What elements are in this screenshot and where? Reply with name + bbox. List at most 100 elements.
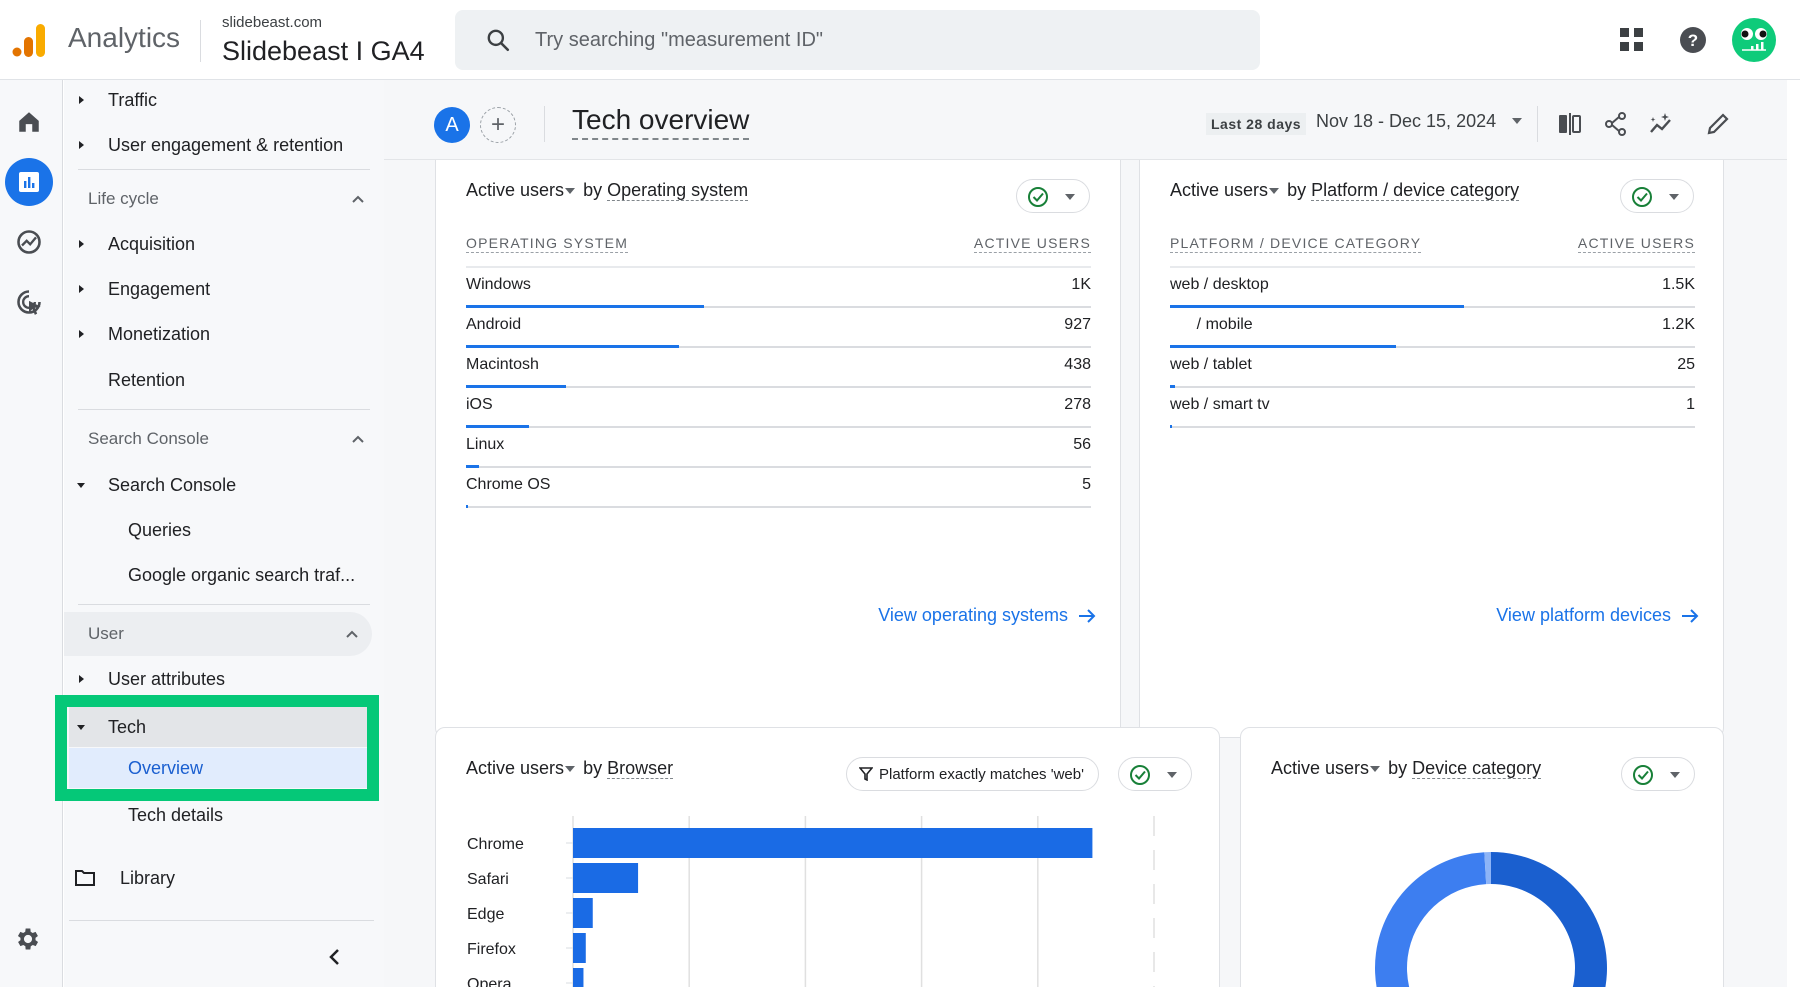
nav-item-monetization[interactable]: Monetization: [64, 314, 374, 354]
user-avatar[interactable]: [1732, 18, 1776, 62]
metric-selector[interactable]: Active users: [466, 180, 564, 200]
column-header-dimension[interactable]: OPERATING SYSTEM: [466, 235, 629, 253]
metric-selector[interactable]: Active users: [1271, 758, 1369, 778]
nav-item-user-attributes[interactable]: User attributes: [64, 659, 374, 699]
bar-chrome[interactable]: [573, 828, 1093, 858]
row-bar-fill: [1170, 425, 1172, 428]
nav-item-traffic[interactable]: Traffic: [64, 80, 374, 120]
analytics-logo-icon[interactable]: [12, 22, 46, 58]
share-icon[interactable]: [1602, 110, 1630, 138]
metric-selector[interactable]: Active users: [466, 758, 564, 778]
table-row[interactable]: Linux 56: [466, 428, 1091, 468]
gear-icon[interactable]: [14, 925, 42, 953]
nav-divider: [78, 409, 370, 410]
search-box[interactable]: [455, 10, 1260, 70]
filter-chip[interactable]: Platform exactly matches 'web': [846, 757, 1099, 791]
table-row[interactable]: / mobile 1.2K: [1170, 308, 1695, 348]
table-row[interactable]: Chrome OS 5: [466, 468, 1091, 508]
rail-home[interactable]: [5, 98, 53, 146]
caret-down-icon[interactable]: [1269, 188, 1280, 195]
header-divider: [1537, 106, 1538, 142]
date-preset-chip[interactable]: Last 28 days: [1206, 113, 1307, 135]
card-options-button[interactable]: [1118, 757, 1192, 791]
caret-right-icon: [79, 285, 84, 293]
category-label: Edge: [467, 906, 504, 923]
collapse-sidebar-button[interactable]: [322, 942, 346, 972]
table-row[interactable]: web / tablet 25: [1170, 348, 1695, 388]
slice-mobile[interactable]: [1375, 852, 1487, 987]
check-circle-icon: [1130, 765, 1150, 785]
insights-icon[interactable]: [1647, 110, 1675, 138]
nav-item-engagement[interactable]: Engagement: [64, 269, 374, 309]
nav-item-user-engagement[interactable]: User engagement & retention: [64, 125, 374, 165]
table-row[interactable]: Macintosh 438: [466, 348, 1091, 388]
search-input[interactable]: [535, 10, 1235, 70]
caret-down-icon[interactable]: [1370, 766, 1381, 773]
caret-down-icon[interactable]: [565, 766, 576, 773]
add-comparison-button[interactable]: +: [480, 107, 516, 143]
bar-edge[interactable]: [573, 898, 593, 928]
date-range-picker[interactable]: Nov 18 - Dec 15, 2024: [1316, 111, 1496, 132]
help-icon[interactable]: ?: [1679, 26, 1707, 54]
column-header-metric[interactable]: ACTIVE USERS: [973, 235, 1091, 253]
card-options-button[interactable]: [1620, 179, 1694, 213]
table-row[interactable]: web / desktop 1.5K: [1170, 268, 1695, 308]
card-operating-system: Active users by Operating system OPERATI…: [435, 160, 1121, 738]
caret-down-icon[interactable]: [565, 188, 576, 195]
caret-down-icon: [1167, 772, 1177, 778]
card-options-button[interactable]: [1016, 179, 1090, 213]
column-header-metric[interactable]: ACTIVE USERS: [1577, 235, 1695, 253]
nav-item-tech[interactable]: Tech: [69, 707, 369, 747]
filter-icon: [859, 767, 873, 781]
table-row[interactable]: web / smart tv 1: [1170, 388, 1695, 428]
comparison-chip-a[interactable]: A: [434, 107, 470, 143]
nav-section-user[interactable]: User: [64, 612, 372, 656]
row-value: 56: [1073, 436, 1091, 453]
edit-pencil-icon[interactable]: [1704, 110, 1732, 138]
card-options-button[interactable]: [1621, 757, 1695, 791]
rail-advertising[interactable]: [5, 278, 53, 326]
view-operating-systems-link[interactable]: View operating systems: [878, 605, 1096, 626]
table-row[interactable]: iOS 278: [466, 388, 1091, 428]
bar-safari[interactable]: [573, 863, 639, 893]
nav-item-search-console[interactable]: Search Console: [64, 465, 374, 505]
nav-item-acquisition[interactable]: Acquisition: [64, 224, 374, 264]
rail-reports[interactable]: [5, 158, 53, 206]
explore-icon: [17, 230, 41, 254]
dimension-selector[interactable]: Operating system: [607, 180, 749, 201]
column-header-dimension[interactable]: PLATFORM / DEVICE CATEGORY: [1170, 235, 1422, 253]
bar-opera[interactable]: [573, 968, 584, 987]
nav-divider: [69, 920, 374, 921]
dimension-selector[interactable]: Device category: [1412, 758, 1542, 779]
table-row[interactable]: Android 927: [466, 308, 1091, 348]
row-label: Chrome OS: [466, 476, 551, 493]
nav-item-tech-overview[interactable]: Overview: [69, 748, 369, 788]
nav-item-retention[interactable]: Retention: [64, 360, 374, 400]
nav-item-queries[interactable]: Queries: [64, 510, 374, 550]
view-platform-devices-link[interactable]: View platform devices: [1496, 605, 1699, 626]
table-row[interactable]: Windows 1K: [466, 268, 1091, 308]
nav-section-lifecycle[interactable]: Life cycle: [78, 177, 374, 221]
nav-section-search-console[interactable]: Search Console: [78, 417, 374, 461]
account-name[interactable]: slidebeast.com: [222, 14, 322, 31]
category-label: Chrome: [467, 836, 524, 853]
card-title: Active users by Browser: [466, 758, 674, 779]
page-title[interactable]: Tech overview: [572, 104, 750, 140]
nav-item-google-organic-search[interactable]: Google organic search traf...: [64, 555, 374, 595]
metric-selector[interactable]: Active users: [1170, 180, 1268, 200]
property-selector[interactable]: Slidebeast I GA4: [222, 36, 425, 67]
row-bar-track: [1170, 426, 1695, 428]
row-value: 1K: [1071, 276, 1091, 293]
compare-icon[interactable]: [1556, 110, 1584, 138]
rail-explore[interactable]: [5, 218, 53, 266]
nav-item-tech-details[interactable]: Tech details: [64, 795, 374, 835]
device-donut-chart: [1375, 852, 1607, 987]
apps-grid-icon[interactable]: [1620, 28, 1644, 52]
header-divider: [544, 106, 545, 142]
caret-down-icon[interactable]: [1512, 118, 1522, 124]
dimension-selector[interactable]: Browser: [607, 758, 674, 779]
nav-item-library[interactable]: Library: [64, 858, 374, 898]
dimension-selector[interactable]: Platform / device category: [1311, 180, 1520, 201]
row-label: Linux: [466, 436, 505, 453]
bar-firefox[interactable]: [573, 933, 586, 963]
